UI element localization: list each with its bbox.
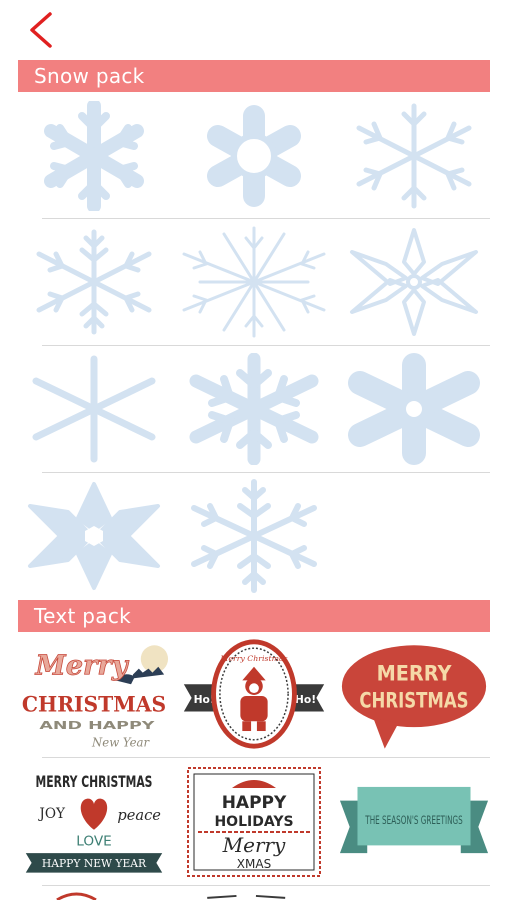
sticker-row: MERRY CHRISTMAS JOY peace LOVE HAPPY NEW…	[18, 760, 490, 884]
text-pack-header: Text pack	[18, 600, 490, 632]
snow-row	[18, 95, 490, 217]
sticker-image: MERRY CHRISTMAS JOY peace LOVE HAPPY NEW…	[25, 773, 163, 873]
snowflake-icon	[36, 229, 152, 335]
snow-row	[18, 474, 490, 598]
sticker-text: Merry	[222, 833, 286, 857]
sticker-text: MERRY CHRISTMAS	[36, 773, 153, 791]
sticker-text: AND HAPPY	[39, 719, 154, 732]
snowflake-3[interactable]	[338, 95, 490, 217]
divider	[42, 345, 490, 346]
snowflake-4[interactable]	[18, 220, 170, 344]
snowflake-5[interactable]	[178, 220, 330, 344]
snow-pack-header: Snow pack	[18, 60, 490, 92]
sticker-text: New Year	[91, 736, 150, 750]
snowflake-icon	[189, 353, 319, 465]
sticker-text: peace	[117, 807, 161, 824]
sticker-row: Merry CHRISTMAS AND HAPPY New Year Ho! H…	[18, 632, 490, 756]
sticker-merry-christmas-bubble[interactable]: MERRY CHRISTMAS	[338, 632, 490, 756]
sticker-partial[interactable]	[18, 888, 170, 900]
sticker-image: MERRY CHRISTMAS	[341, 645, 487, 749]
sticker-text: LOVE	[76, 833, 112, 849]
snowflake-icon	[182, 226, 326, 337]
snowflake-icon	[207, 105, 301, 207]
sticker-text: CHRISTMAS	[22, 693, 166, 718]
divider	[42, 757, 490, 758]
sticker-text: Merry	[35, 650, 130, 682]
sticker-seasons-greetings[interactable]: THE SEASON'S GREETINGS	[338, 760, 490, 884]
snowflake-9[interactable]	[338, 347, 490, 471]
sticker-text: Merry Christmas	[219, 654, 287, 663]
snowflake-icon	[348, 353, 480, 465]
sticker-image: Ho! Ho! Merry Christmas	[183, 639, 325, 749]
sticker-text: CHRISTMAS	[359, 689, 468, 714]
sticker-happy-holidays-merry-xmas[interactable]: HAPPY HOLIDAYS Merry XMAS	[178, 760, 330, 884]
snowflake-10[interactable]	[18, 474, 170, 598]
sticker-image: HAPPY HOLIDAYS Merry XMAS	[187, 767, 321, 877]
sticker-text: Ho!	[295, 693, 316, 706]
sticker-text: HOLIDAYS	[214, 814, 293, 830]
sticker-joy-love-peace[interactable]: MERRY CHRISTMAS JOY peace LOVE HAPPY NEW…	[18, 760, 170, 884]
sticker-text: HAPPY	[222, 793, 287, 813]
divider	[42, 472, 490, 473]
snowflake-icon	[356, 103, 472, 209]
sticker-row	[18, 888, 490, 900]
sticker-image	[207, 894, 286, 899]
santa-hat-icon	[232, 780, 276, 788]
snowflake-icon	[28, 482, 160, 590]
sticker-text: XMAS	[237, 857, 271, 871]
snowflake-icon	[44, 101, 144, 211]
sticker-text: HAPPY NEW YEAR	[42, 857, 147, 870]
sticker-partial[interactable]	[178, 888, 330, 900]
snow-row	[18, 220, 490, 344]
snowflake-6[interactable]	[338, 220, 490, 344]
snowflake-7[interactable]	[18, 347, 170, 471]
snowflake-icon	[191, 479, 317, 593]
chevron-left-icon	[30, 12, 52, 48]
sticker-image	[56, 892, 97, 900]
divider	[42, 218, 490, 219]
back-button[interactable]	[22, 8, 66, 52]
sticker-santa-ho-ho[interactable]: Ho! Ho! Merry Christmas	[178, 632, 330, 756]
sticker-image: Merry CHRISTMAS AND HAPPY New Year	[22, 645, 169, 750]
snowflake-1[interactable]	[18, 95, 170, 217]
snowflake-2[interactable]	[178, 95, 330, 217]
snowflake-icon	[350, 228, 478, 336]
sticker-merry-christmas-new-year[interactable]: Merry CHRISTMAS AND HAPPY New Year	[18, 632, 170, 756]
snow-row	[18, 347, 490, 471]
snowflake-8[interactable]	[178, 347, 330, 471]
sticker-text: MERRY	[377, 661, 453, 686]
snowflake-icon	[32, 355, 156, 463]
divider	[42, 885, 490, 886]
sticker-image: THE SEASON'S GREETINGS	[339, 786, 489, 854]
heart-icon	[80, 798, 108, 830]
snowflake-11[interactable]	[178, 474, 330, 598]
sticker-text: THE SEASON'S GREETINGS	[365, 813, 463, 827]
sticker-text: JOY	[37, 806, 66, 822]
